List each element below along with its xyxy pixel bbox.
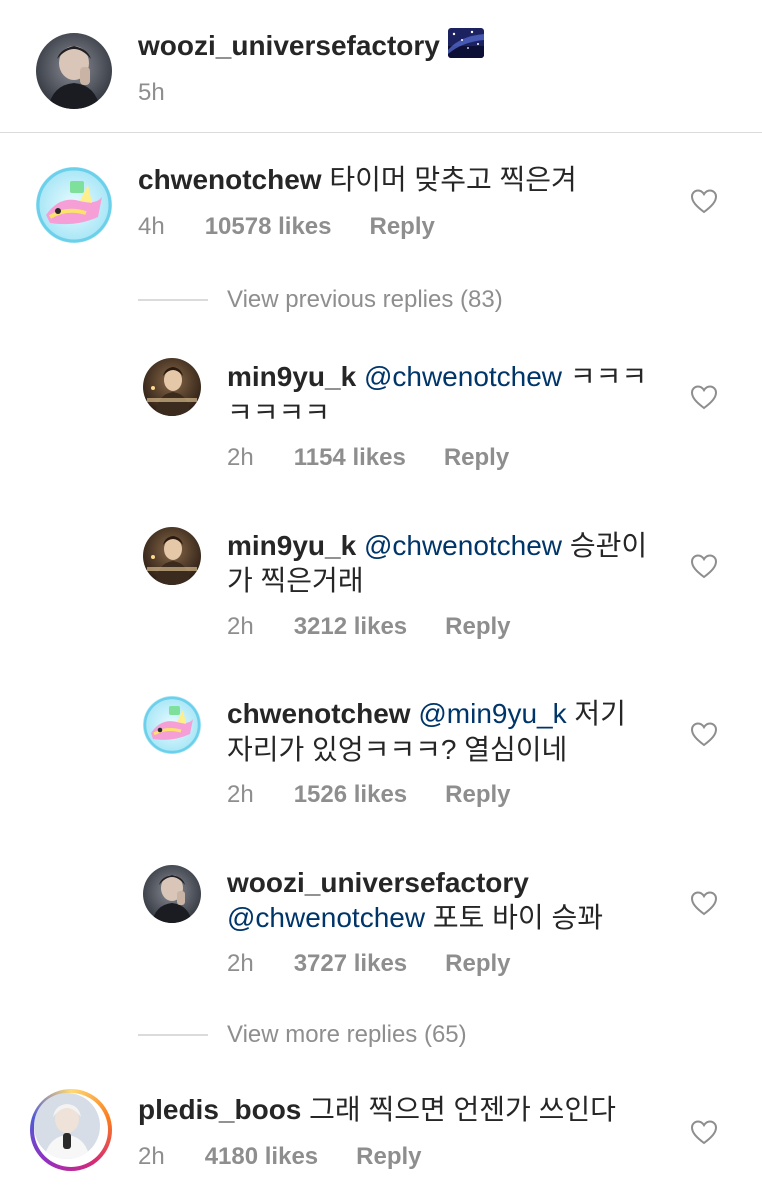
reply-time: 2h: [227, 613, 254, 640]
reply-time: 2h: [227, 444, 254, 471]
reply-avatar-chwenotchew[interactable]: [143, 696, 201, 754]
reply-likes[interactable]: 3212 likes: [294, 613, 407, 640]
reply-text-continued: 자리가 있엉ㅋㅋㅋ? 열심이네: [227, 734, 568, 765]
milky-way-emoji-icon: [447, 28, 484, 58]
reply-mention[interactable]: @chwenotchew: [364, 530, 562, 561]
view-more-line: [138, 1034, 208, 1036]
reply-username[interactable]: chwenotchew: [227, 698, 411, 729]
reply-meta: 2h 3727 likes Reply: [227, 949, 511, 979]
reply-text-continued: 가 찍은거래: [227, 565, 364, 596]
comment-text: 그래 찍으면 언젠가 쓰인다: [309, 1094, 616, 1125]
comment-avatar-pledis_boos[interactable]: [34, 1093, 100, 1159]
reply-avatar-min9yu_k[interactable]: [143, 527, 201, 585]
reply-username[interactable]: woozi_universefactory: [227, 867, 529, 898]
reply-text: 포토 바이 승꽈: [432, 902, 603, 933]
comment-meta: 2h 4180 likes Reply: [138, 1142, 422, 1172]
view-previous-line: [138, 299, 208, 301]
reply-time: 2h: [227, 950, 254, 977]
reply-avatar-woozi[interactable]: [143, 865, 201, 923]
like-heart-icon[interactable]: [690, 1119, 718, 1145]
caption-time: 5h: [138, 79, 165, 106]
reply-text-continued: ㅋㅋㅋㅋ: [227, 397, 331, 428]
reply-likes[interactable]: 1526 likes: [294, 781, 407, 808]
reply-line-1: chwenotchew @min9yu_k 저기: [227, 696, 626, 732]
reply-likes[interactable]: 3727 likes: [294, 950, 407, 977]
reply-meta: 2h 3212 likes Reply: [227, 612, 511, 642]
caption-username-text[interactable]: woozi_universefactory: [138, 30, 440, 61]
view-more-replies-link[interactable]: View more replies (65): [227, 1020, 467, 1050]
comment-likes[interactable]: 10578 likes: [205, 213, 332, 240]
comments-screen: woozi_universefactory 5h chwenotchew 타이머…: [0, 0, 762, 1200]
reply-reply-button[interactable]: Reply: [445, 781, 510, 808]
comment-reply-button[interactable]: Reply: [370, 213, 435, 240]
comment-username[interactable]: pledis_boos: [138, 1094, 301, 1125]
reply-reply-button[interactable]: Reply: [445, 950, 510, 977]
comment-text: 타이머 맞추고 찍은겨: [329, 164, 577, 195]
comment-likes[interactable]: 4180 likes: [205, 1143, 318, 1170]
reply-reply-button[interactable]: Reply: [444, 444, 509, 471]
like-heart-icon[interactable]: [690, 890, 718, 916]
reply-likes[interactable]: 1154 likes: [294, 444, 406, 471]
caption-avatar[interactable]: [36, 33, 112, 109]
reply-username[interactable]: min9yu_k: [227, 530, 356, 561]
reply-meta: 2h 1154 likes Reply: [227, 443, 509, 473]
reply-line-1: min9yu_k @chwenotchew ㅋㅋㅋ: [227, 359, 647, 395]
like-heart-icon[interactable]: [690, 384, 718, 410]
reply-avatar-min9yu_k[interactable]: [143, 358, 201, 416]
comment-reply-button[interactable]: Reply: [356, 1143, 421, 1170]
comment-time: 4h: [138, 213, 165, 240]
reply-mention[interactable]: @min9yu_k: [418, 698, 566, 729]
reply-line-2: @chwenotchew 포토 바이 승꽈: [227, 900, 603, 936]
reply-reply-button[interactable]: Reply: [445, 613, 510, 640]
caption-divider: [0, 132, 762, 133]
like-heart-icon[interactable]: [690, 721, 718, 747]
comment-username[interactable]: chwenotchew: [138, 164, 322, 195]
like-heart-icon[interactable]: [690, 188, 718, 214]
reply-meta: 2h 1526 likes Reply: [227, 780, 511, 810]
view-previous-replies-link[interactable]: View previous replies (83): [227, 285, 503, 315]
reply-text: 승관이: [569, 530, 648, 561]
story-ring[interactable]: [30, 1089, 112, 1171]
caption-username[interactable]: woozi_universefactory: [138, 28, 484, 64]
reply-line-1: min9yu_k @chwenotchew 승관이: [227, 528, 647, 564]
reply-mention[interactable]: @chwenotchew: [364, 361, 562, 392]
like-heart-icon[interactable]: [690, 553, 718, 579]
reply-line-1: woozi_universefactory: [227, 865, 529, 901]
comment-line: chwenotchew 타이머 맞추고 찍은겨: [138, 162, 577, 198]
comment-meta: 4h 10578 likes Reply: [138, 212, 435, 242]
reply-text: 저기: [574, 698, 626, 729]
reply-username[interactable]: min9yu_k: [227, 361, 356, 392]
reply-text: ㅋㅋㅋ: [569, 361, 648, 392]
comment-line: pledis_boos 그래 찍으면 언젠가 쓰인다: [138, 1092, 616, 1128]
comment-avatar-chwenotchew[interactable]: [36, 167, 112, 243]
reply-mention[interactable]: @chwenotchew: [227, 902, 425, 933]
comment-time: 2h: [138, 1143, 165, 1170]
reply-time: 2h: [227, 781, 254, 808]
